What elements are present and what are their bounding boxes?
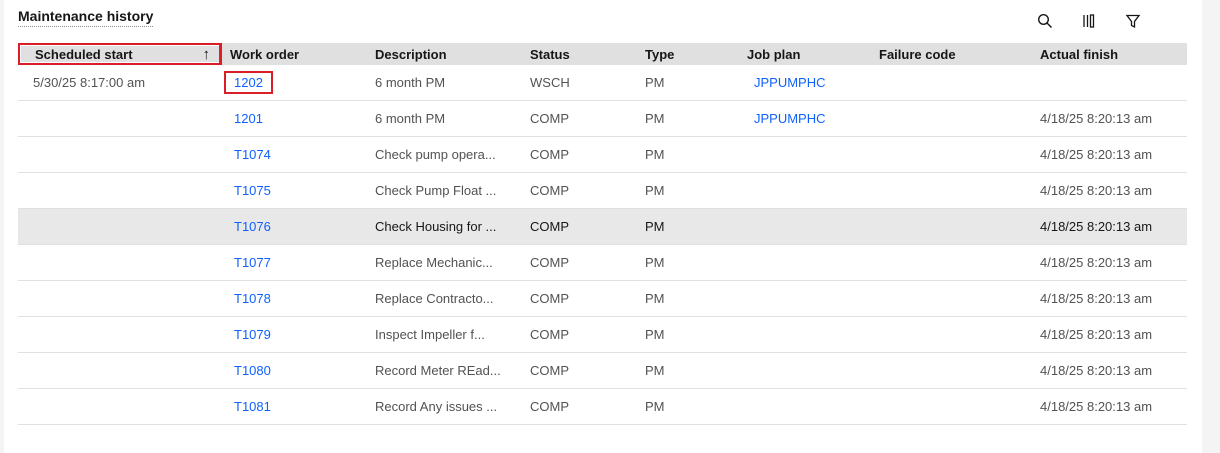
column-header-failure-code[interactable]: Failure code	[879, 47, 1040, 62]
columns-button[interactable]	[1078, 10, 1100, 32]
work-order-link[interactable]: T1078	[222, 291, 375, 306]
cell-description: 6 month PM	[375, 75, 446, 90]
work-order-link[interactable]: 1202	[224, 71, 273, 94]
filter-button[interactable]	[1122, 10, 1144, 32]
cell-status: WSCH	[530, 75, 570, 90]
job-plan-link[interactable]: JPPUMPHC	[747, 75, 879, 90]
cell-status: COMP	[530, 147, 569, 162]
cell-status: COMP	[530, 183, 569, 198]
cell-description: Inspect Impeller f...	[375, 327, 485, 342]
cell-description: Record Any issues ...	[375, 399, 498, 414]
cell-actual-finish: 4/18/25 8:20:13 am	[1040, 291, 1153, 306]
sort-ascending-icon: ↑	[202, 46, 211, 63]
cell-description: Record Meter REad...	[375, 363, 501, 378]
table-row[interactable]: T1076 Check Housing for ... COMP PM 4/18…	[18, 209, 1187, 245]
cell-actual-finish: 4/18/25 8:20:13 am	[1040, 399, 1153, 414]
column-header-job-plan[interactable]: Job plan	[747, 47, 879, 62]
job-plan-link[interactable]: JPPUMPHC	[747, 111, 879, 126]
search-button[interactable]	[1034, 10, 1056, 32]
column-header-type[interactable]: Type	[645, 47, 747, 62]
cell-status: COMP	[530, 399, 569, 414]
table-row[interactable]: T1074 Check pump opera... COMP PM 4/18/2…	[18, 137, 1187, 173]
column-header-status[interactable]: Status	[530, 47, 645, 62]
panel-title: Maintenance history	[18, 8, 154, 27]
cell-status: COMP	[530, 363, 569, 378]
cell-type: PM	[645, 183, 665, 198]
column-header-actual-finish[interactable]: Actual finish	[1040, 47, 1187, 62]
work-order-link[interactable]: T1076	[222, 219, 375, 234]
work-order-link[interactable]: T1077	[222, 255, 375, 270]
work-order-link[interactable]: 1201	[222, 111, 375, 126]
table-row[interactable]: T1077 Replace Mechanic... COMP PM 4/18/2…	[18, 245, 1187, 281]
table-row[interactable]: T1081 Record Any issues ... COMP PM 4/18…	[18, 389, 1187, 425]
cell-actual-finish: 4/18/25 8:20:13 am	[1040, 219, 1153, 234]
cell-type: PM	[645, 111, 665, 126]
cell-type: PM	[645, 147, 665, 162]
column-header-description[interactable]: Description	[375, 47, 530, 62]
work-order-link[interactable]: T1080	[222, 363, 375, 378]
cell-description: Replace Contracto...	[375, 291, 494, 306]
table-row[interactable]: T1080 Record Meter REad... COMP PM 4/18/…	[18, 353, 1187, 389]
column-header-scheduled-start[interactable]: Scheduled start ↑	[18, 43, 222, 65]
filter-icon	[1125, 14, 1141, 29]
cell-actual-finish: 4/18/25 8:20:13 am	[1040, 255, 1153, 270]
work-order-link[interactable]: T1074	[222, 147, 375, 162]
maintenance-history-table: Scheduled start ↑ Work order Description…	[18, 43, 1187, 425]
work-order-link[interactable]: T1079	[222, 327, 375, 342]
column-header-label: Scheduled start	[35, 46, 133, 62]
cell-description: Check pump opera...	[375, 147, 496, 162]
cell-actual-finish: 4/18/25 8:20:13 am	[1040, 183, 1153, 198]
cell-type: PM	[645, 255, 665, 270]
cell-status: COMP	[530, 291, 569, 306]
cell-description: 6 month PM	[375, 111, 446, 126]
cell-status: COMP	[530, 327, 569, 342]
cell-status: COMP	[530, 219, 569, 234]
table-row[interactable]: 1201 6 month PM COMP PM JPPUMPHC 4/18/25…	[18, 101, 1187, 137]
table-row[interactable]: 5/30/25 8:17:00 am 1202 6 month PM WSCH …	[18, 65, 1187, 101]
cell-type: PM	[645, 75, 665, 90]
table-row[interactable]: T1079 Inspect Impeller f... COMP PM 4/18…	[18, 317, 1187, 353]
cell-description: Check Pump Float ...	[375, 183, 497, 198]
column-header-work-order[interactable]: Work order	[222, 47, 375, 62]
cell-description: Replace Mechanic...	[375, 255, 493, 270]
cell-type: PM	[645, 327, 665, 342]
focus-edge	[219, 45, 220, 63]
cell-status: COMP	[530, 111, 569, 126]
cell-status: COMP	[530, 255, 569, 270]
cell-type: PM	[645, 399, 665, 414]
table-toolbar	[1034, 10, 1166, 32]
cell-actual-finish: 4/18/25 8:20:13 am	[1040, 147, 1153, 162]
cell-actual-finish: 4/18/25 8:20:13 am	[1040, 363, 1153, 378]
cell-actual-finish: 4/18/25 8:20:13 am	[1040, 327, 1153, 342]
search-icon	[1037, 13, 1052, 28]
cell-description: Check Housing for ...	[375, 219, 497, 234]
cell-type: PM	[645, 363, 665, 378]
work-order-link[interactable]: T1075	[222, 183, 375, 198]
work-order-link[interactable]: T1081	[222, 399, 375, 414]
cell-work-order: 1202	[222, 71, 375, 94]
columns-icon	[1083, 14, 1095, 28]
table-row[interactable]: T1075 Check Pump Float ... COMP PM 4/18/…	[18, 173, 1187, 209]
cell-type: PM	[645, 219, 665, 234]
table-row[interactable]: T1078 Replace Contracto... COMP PM 4/18/…	[18, 281, 1187, 317]
table-header: Scheduled start ↑ Work order Description…	[18, 43, 1187, 65]
cell-scheduled-start: 5/30/25 8:17:00 am	[33, 75, 146, 90]
maintenance-history-panel: Maintenance history Scheduled start ↑ Wo	[4, 0, 1202, 453]
cell-actual-finish: 4/18/25 8:20:13 am	[1040, 111, 1153, 126]
cell-type: PM	[645, 291, 665, 306]
